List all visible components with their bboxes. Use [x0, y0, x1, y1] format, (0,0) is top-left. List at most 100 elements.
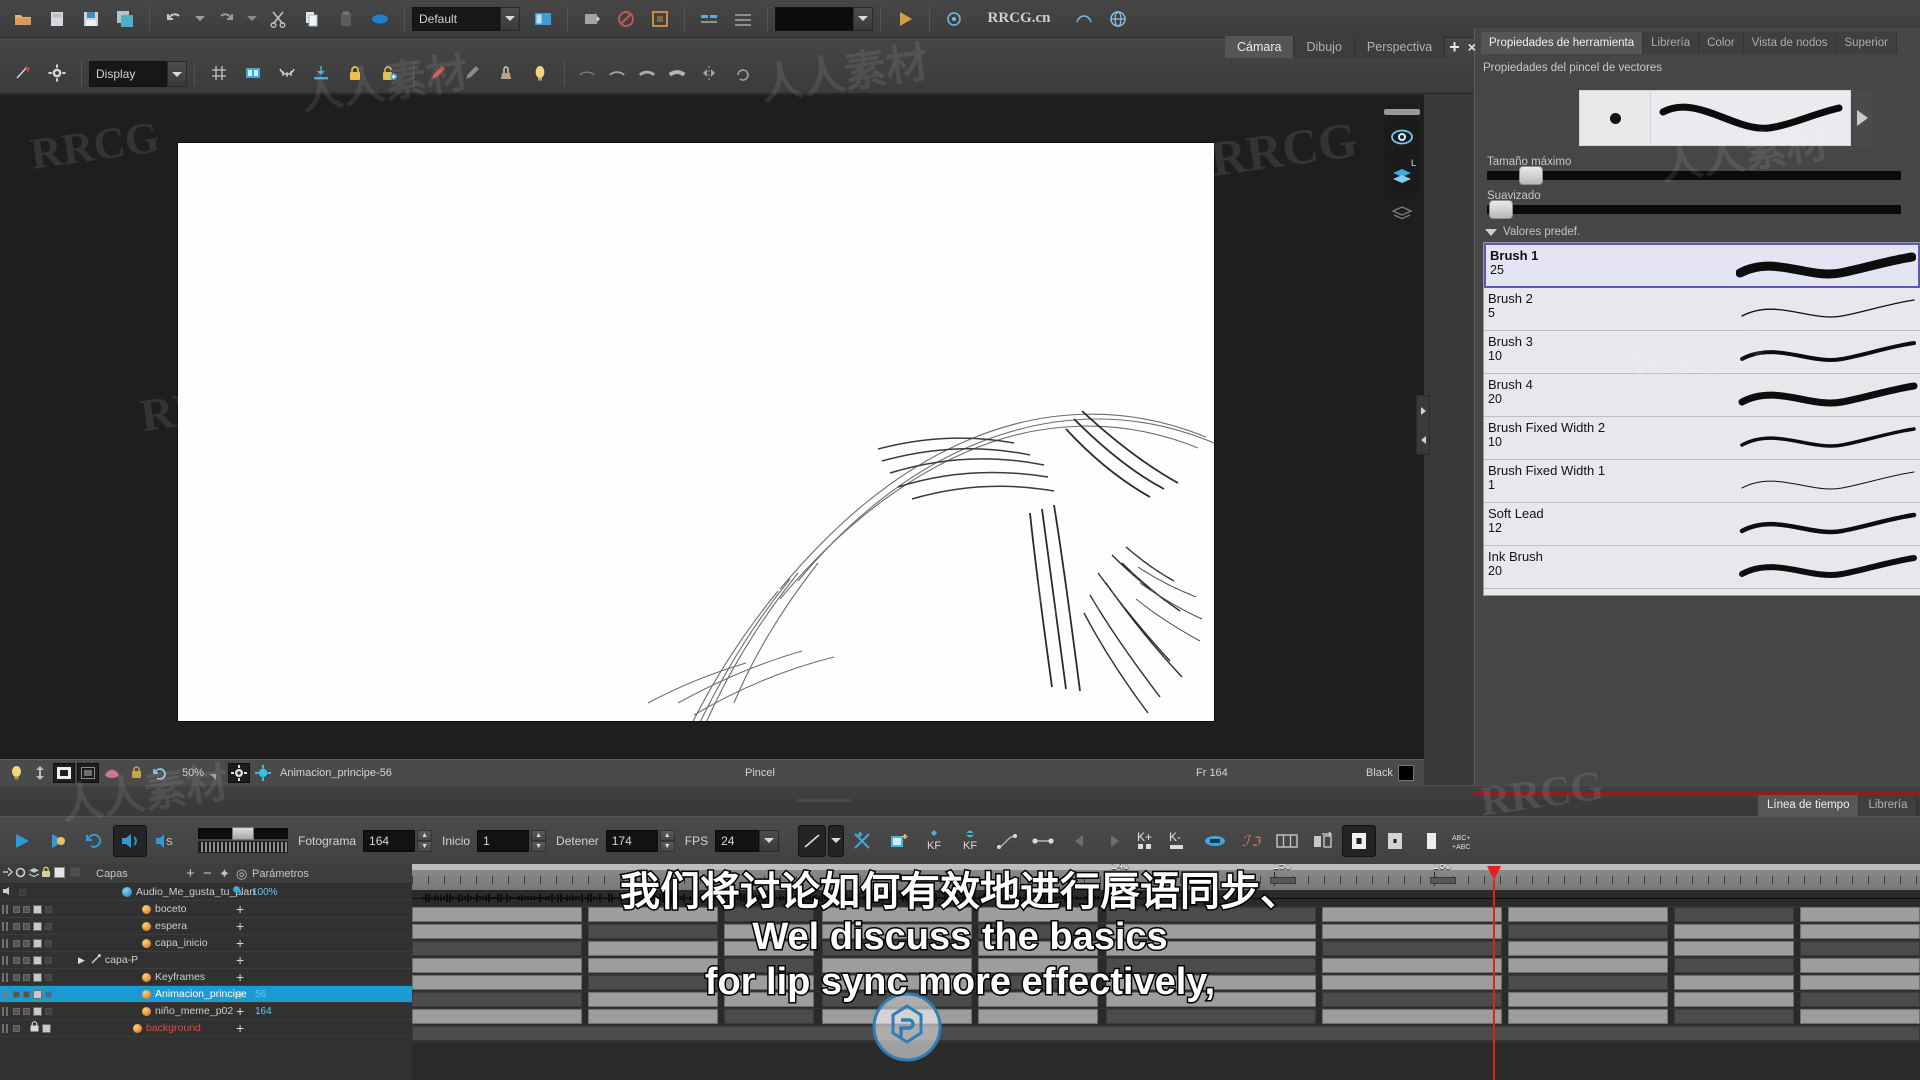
tool-settings-gear-icon[interactable] — [42, 59, 72, 87]
frame-spinner-up[interactable]: ▲ — [417, 830, 432, 841]
layer-row[interactable]: Keyframes + — [0, 969, 412, 986]
layer-flag-b[interactable] — [23, 940, 30, 947]
layer-flag-a[interactable] — [13, 957, 20, 964]
tab-vista-de-nodos[interactable]: Vista de nodos — [1744, 32, 1837, 54]
layer-visibility-checkbox[interactable] — [33, 973, 42, 982]
brush-preset-item[interactable]: Wax Crayon10 — [1484, 589, 1920, 596]
export-icon[interactable] — [577, 5, 607, 33]
compact-view-icon[interactable] — [1378, 825, 1412, 857]
lock-icon[interactable] — [340, 59, 370, 87]
next-frame-icon[interactable] — [1098, 825, 1132, 857]
pencil-red-icon[interactable] — [423, 59, 453, 87]
scrubber-bar[interactable] — [198, 828, 288, 839]
header-onion-icon[interactable] — [15, 867, 28, 881]
timeline-track[interactable] — [412, 907, 1920, 924]
globe-icon[interactable] — [1103, 5, 1133, 33]
interpolation-line-icon[interactable] — [798, 825, 826, 857]
layer-visibility-checkbox[interactable] — [33, 1007, 42, 1016]
lamp-icon[interactable] — [525, 59, 555, 87]
remove-layer-icon[interactable]: − — [203, 866, 212, 881]
new-scene-icon[interactable] — [8, 5, 38, 33]
layer-visibility-checkbox[interactable] — [33, 922, 42, 931]
start-input[interactable]: 1 — [477, 830, 529, 852]
layer-flag-a[interactable] — [13, 940, 20, 947]
zoom-level[interactable]: 50% — [182, 767, 204, 779]
thin-line-icon[interactable] — [574, 59, 600, 87]
brush-stroke-preview[interactable] — [1651, 90, 1851, 146]
layer-flag-b[interactable] — [23, 923, 30, 930]
stop-spinner[interactable]: ▲ ▼ — [660, 830, 675, 852]
light-table-icon[interactable] — [238, 59, 268, 87]
show-frames-icon[interactable] — [1270, 825, 1304, 857]
tab-linea-de-tiempo[interactable]: Línea de tiempo — [1758, 795, 1859, 816]
bone-tool-icon[interactable] — [8, 59, 38, 87]
brush-tip-preview[interactable] — [1579, 90, 1651, 146]
max-size-slider[interactable] — [1487, 171, 1901, 180]
layer-add-param-icon[interactable]: + — [236, 919, 244, 933]
header-layers-icon[interactable] — [28, 867, 41, 881]
timeline-track[interactable] — [412, 1009, 1920, 1026]
header-lock-icon[interactable] — [41, 866, 54, 881]
tab-libreria-bottom[interactable]: Librería — [1859, 795, 1917, 816]
distribute-icon[interactable] — [728, 5, 758, 33]
save-scene-icon[interactable] — [76, 5, 106, 33]
reset-view-icon[interactable] — [149, 763, 171, 783]
frame-input[interactable]: 164 — [363, 830, 415, 852]
layer-grid-icon[interactable] — [2, 956, 10, 965]
layer-grid-icon[interactable] — [2, 922, 10, 931]
layer-flag-c[interactable] — [45, 991, 52, 998]
layer-row[interactable]: capa_inicio + — [0, 935, 412, 952]
tab-camara[interactable]: Cámara — [1225, 36, 1294, 58]
layer-add-param-icon[interactable]: + — [236, 1004, 244, 1018]
undo-dropdown-icon[interactable] — [193, 5, 207, 33]
layer-add-param-icon[interactable]: + — [236, 1021, 244, 1035]
layer-display-toggle[interactable]: L — [1384, 156, 1420, 194]
color-swatch-arrow[interactable] — [853, 7, 873, 31]
layer-flag-b[interactable] — [23, 906, 30, 913]
tab-perspectiva[interactable]: Perspectiva — [1355, 36, 1445, 58]
brush-preset-item[interactable]: Brush Fixed Width 11 — [1484, 460, 1920, 503]
drawing-canvas[interactable] — [178, 143, 1214, 721]
workspace-combo[interactable]: Default — [412, 7, 500, 31]
layer-row[interactable]: Animacion_principe +56 — [0, 986, 412, 1003]
layer-flag-b[interactable] — [23, 991, 30, 998]
brush-preset-item[interactable]: Brush 25 — [1484, 288, 1920, 331]
layer-add-param-icon[interactable]: + — [236, 987, 244, 1001]
current-color-swatch[interactable] — [1398, 765, 1414, 781]
layer-flag-a[interactable] — [13, 923, 20, 930]
brush-preset-item[interactable]: Brush 3 10 — [1484, 331, 1920, 374]
timeline-track[interactable] — [412, 924, 1920, 941]
ruler-frame-marker[interactable] — [1108, 877, 1134, 884]
layer-flag-b[interactable] — [23, 1008, 30, 1015]
layer-flag-b[interactable] — [23, 974, 30, 981]
ease-curve-icon[interactable] — [990, 825, 1024, 857]
redo-icon[interactable] — [211, 5, 241, 33]
onion-skin-range-icon[interactable] — [272, 59, 302, 87]
panel-collapse-handle[interactable] — [1416, 395, 1430, 455]
side-view-toggle-icon[interactable] — [1342, 825, 1376, 857]
camera-mask-icon[interactable] — [53, 763, 75, 783]
timeline-track[interactable] — [412, 890, 1920, 907]
light-bulb-icon[interactable] — [5, 763, 27, 783]
rotate-view-icon[interactable] — [728, 59, 758, 87]
ruler-frame-marker[interactable] — [1270, 877, 1296, 884]
color-swatch-combo[interactable] — [775, 7, 853, 31]
no-entry-icon[interactable] — [611, 5, 641, 33]
open-scene-icon[interactable] — [42, 5, 72, 33]
timeline-track[interactable] — [412, 975, 1920, 992]
layer-flag-a[interactable] — [13, 974, 20, 981]
layer-visibility-checkbox[interactable] — [33, 905, 42, 914]
smoothing-slider-knob[interactable] — [1489, 200, 1513, 219]
layers-list[interactable]: Audio_Me_gusta_tu_plan 100% boceto + espera +… — [0, 884, 412, 1080]
layer-grid-icon[interactable] — [2, 905, 10, 914]
start-spinner-up[interactable]: ▲ — [531, 830, 546, 841]
undo-icon[interactable] — [159, 5, 189, 33]
scrubber-knob[interactable] — [232, 827, 254, 840]
header-visibility-icon[interactable] — [54, 867, 70, 881]
layer-flag-c[interactable] — [45, 957, 52, 964]
layer-audio-icon[interactable] — [2, 886, 16, 899]
layer-flag-c[interactable] — [45, 923, 52, 930]
layer-row[interactable]: niño_meme_p02 +164 — [0, 1003, 412, 1020]
layer-expand-arrow[interactable]: ▶ — [78, 955, 85, 966]
prev-frame-icon[interactable] — [1062, 825, 1096, 857]
